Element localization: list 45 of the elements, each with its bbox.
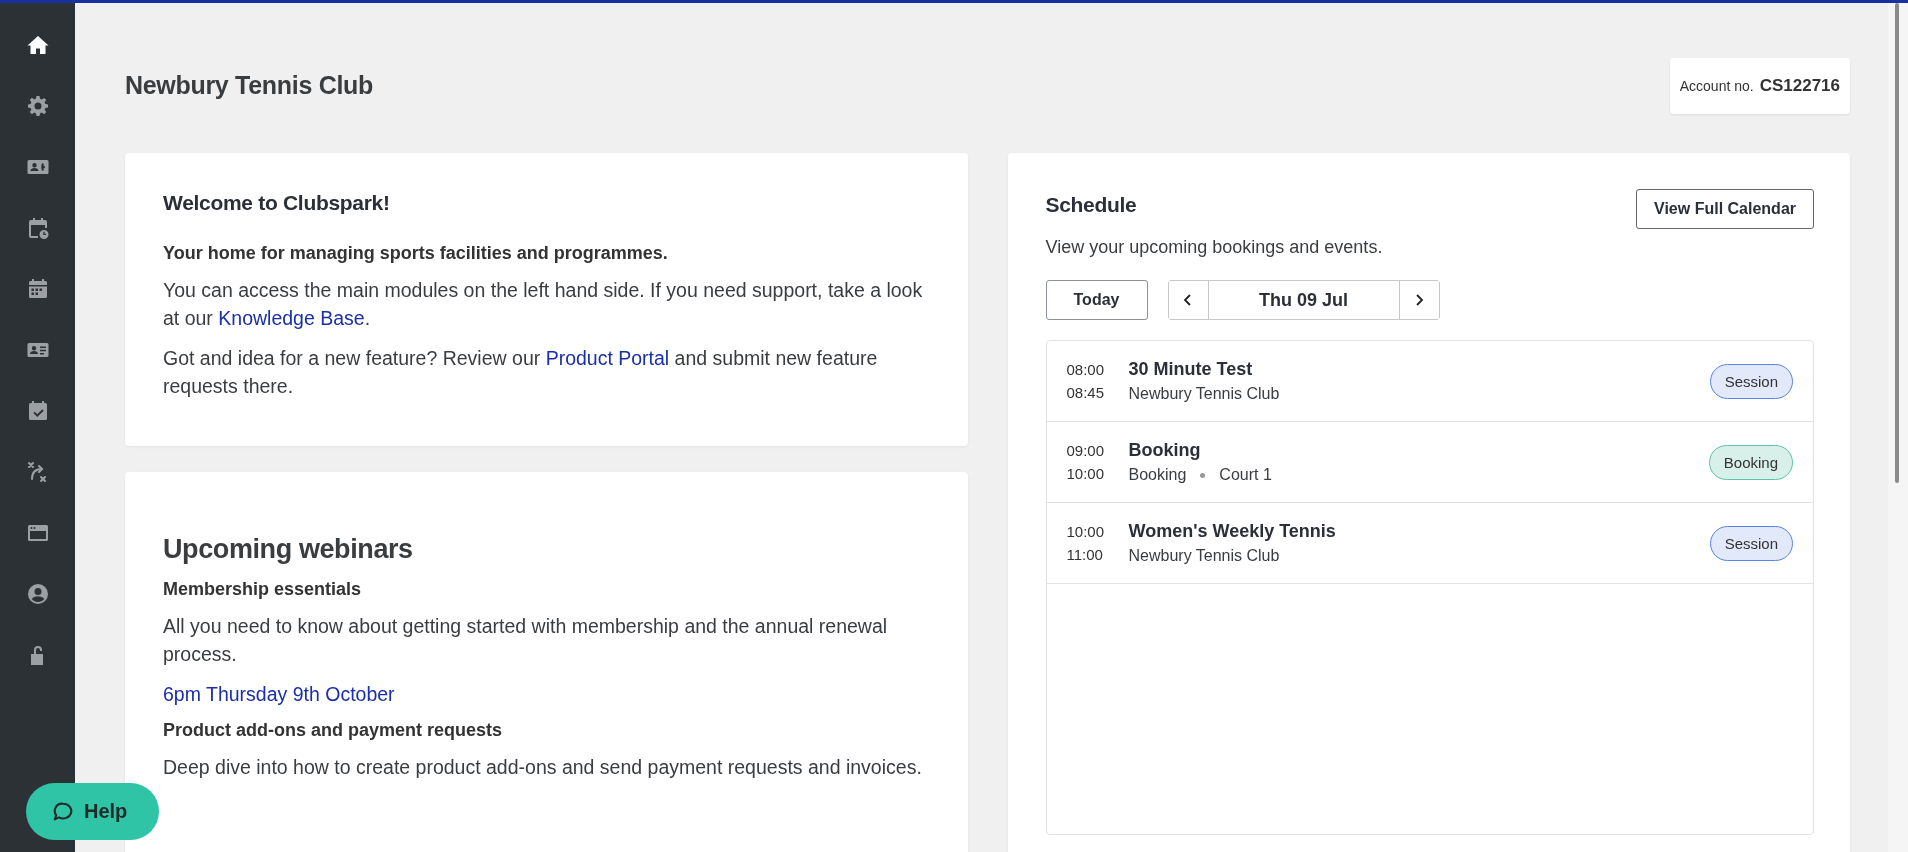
event-row[interactable]: 10:00 11:00 Women's Weekly Tennis Newbury Tennis Club Session bbox=[1046, 503, 1813, 584]
event-type-tag: Session bbox=[1709, 363, 1793, 399]
welcome-lead: Your home for managing sports facilities and programmes. bbox=[163, 243, 669, 264]
start-time: 10:00 bbox=[1066, 523, 1106, 540]
current-date: Thu 09 Jul bbox=[1207, 281, 1400, 319]
chevron-right-icon bbox=[1413, 294, 1425, 306]
schedule-subtitle: View your upcoming bookings and events. bbox=[1045, 237, 1384, 258]
chevron-left-icon bbox=[1182, 294, 1194, 306]
start-time: 08:00 bbox=[1066, 361, 1106, 378]
account-label: Account no. bbox=[1679, 78, 1754, 94]
card-title: Schedule bbox=[1045, 193, 1137, 217]
event-row[interactable]: 08:00 08:45 30 Minute Test Newbury Tennis Club Session bbox=[1046, 341, 1813, 422]
event-type-tag: Booking bbox=[1708, 444, 1793, 480]
scrollbar[interactable] bbox=[1888, 3, 1908, 852]
welcome-paragraph: You can access the main modules on the left hand side. If you need support, take a look at our Knowledge Base. bbox=[163, 278, 924, 331]
webinar-description: Deep dive into how to create product add-ons and send payment requests and invoices. bbox=[163, 755, 923, 780]
end-time: 08:45 bbox=[1066, 384, 1106, 401]
end-time: 10:00 bbox=[1066, 465, 1106, 482]
webinar-description: All you need to know about getting started with membership and the annual renewal process. bbox=[163, 614, 889, 667]
event-row[interactable]: 09:00 10:00 Booking Booking Court 1 Booking bbox=[1046, 422, 1813, 503]
event-detail: Court 1 bbox=[1219, 466, 1272, 484]
start-time: 09:00 bbox=[1066, 442, 1106, 459]
view-calendar-button[interactable]: View Full Calendar bbox=[1636, 189, 1814, 229]
welcome-paragraph: Got and idea for a new feature? Review our Product Portal and submit new feature requests there. bbox=[163, 346, 879, 399]
page-title: Newbury Tennis Club bbox=[125, 70, 374, 100]
help-button[interactable]: Help bbox=[26, 783, 159, 840]
link[interactable]: Product Portal bbox=[545, 347, 670, 369]
link[interactable]: Knowledge Base bbox=[218, 307, 365, 329]
event-title: 30 Minute Test bbox=[1128, 359, 1254, 380]
event-title: Women's Weekly Tennis bbox=[1128, 521, 1337, 542]
webinar-date-link[interactable]: 6pm Thursday 9th October bbox=[163, 683, 395, 705]
event-title: Booking bbox=[1128, 440, 1202, 461]
event-detail: Newbury Tennis Club bbox=[1128, 547, 1280, 565]
account-number: CS122716 bbox=[1759, 76, 1840, 96]
today-button[interactable]: Today bbox=[1045, 280, 1148, 320]
webinar-title: Membership essentials bbox=[163, 579, 363, 600]
event-detail: Newbury Tennis Club bbox=[1128, 385, 1280, 403]
section-title: Upcoming webinars bbox=[163, 534, 414, 565]
event-detail: Booking bbox=[1128, 466, 1187, 484]
event-type-tag: Session bbox=[1709, 525, 1793, 561]
card-title: Welcome to Clubspark! bbox=[163, 191, 391, 215]
chat-bubble-icon bbox=[52, 800, 74, 823]
webinar-title: Product add-ons and payment requests bbox=[163, 720, 504, 741]
separator-dot bbox=[1200, 472, 1206, 478]
end-time: 11:00 bbox=[1066, 546, 1104, 563]
